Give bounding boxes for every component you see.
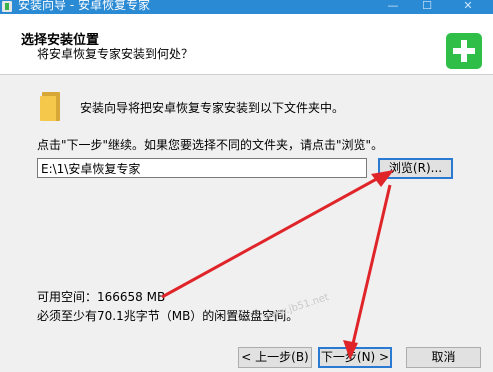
minimize-button[interactable]: — — [378, 0, 408, 14]
back-button[interactable]: < 上一步(B) — [238, 347, 312, 368]
install-path-input[interactable] — [37, 158, 367, 178]
folder-icon — [40, 92, 62, 121]
browse-button[interactable]: 浏览(R)... — [378, 158, 453, 179]
instruction-text: 点击"下一步"继续。如果您要选择不同的文件夹，请点击"浏览"。 — [37, 138, 384, 152]
close-button[interactable]: ✕ — [453, 0, 483, 14]
title-bar: 安装向导 - 安卓恢复专家 — ☐ ✕ — [0, 0, 493, 14]
free-space-text: 可用空间：166658 MB — [37, 290, 166, 304]
folder-description: 安装向导将把安卓恢复专家安装到以下文件夹中。 — [80, 101, 345, 115]
cancel-button[interactable]: 取消 — [406, 347, 481, 368]
window-title: 安装向导 - 安卓恢复专家 — [18, 0, 150, 12]
page-subtitle: 将安卓恢复专家安装到何处？ — [37, 47, 194, 61]
arrow-to-next — [350, 184, 392, 349]
arrow-to-browse — [161, 174, 383, 299]
header-divider — [0, 74, 493, 75]
required-space-text: 必须至少有70.1兆字节（MB）的闲置磁盘空间。 — [37, 309, 299, 323]
next-button[interactable]: 下一步(N) > — [318, 347, 392, 368]
maximize-button[interactable]: ☐ — [412, 0, 442, 14]
installer-app-icon — [2, 1, 12, 12]
plus-logo-icon — [446, 33, 482, 69]
wizard-header: 选择安装位置 将安卓恢复专家安装到何处？ — [0, 14, 493, 74]
